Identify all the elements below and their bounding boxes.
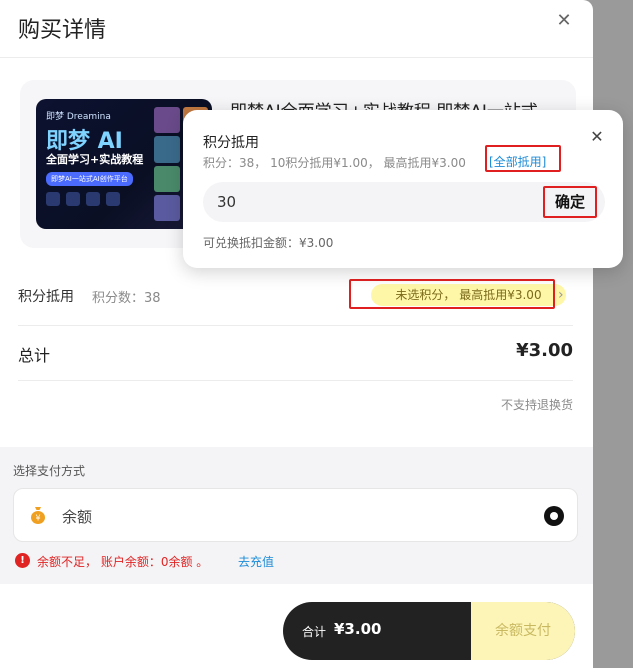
footer-total: 合计 ¥3.00: [283, 602, 471, 660]
money-bag-icon: ¥: [31, 507, 45, 524]
points-select-badge[interactable]: 未选积分， 最高抵用¥3.00: [371, 284, 566, 306]
tool-icon: [106, 192, 120, 206]
no-refund-note: 不支持退换货: [500, 398, 573, 412]
svg-text:¥: ¥: [35, 514, 40, 523]
close-icon[interactable]: ✕: [588, 128, 606, 146]
checkout-bar: 合计 ¥3.00 余额支付: [283, 602, 575, 660]
payment-section: 选择支付方式 ¥ 余额 ! 余额不足， 账户余额：0余额 。 去充值: [0, 447, 593, 584]
collage-tile: [154, 194, 180, 221]
footer-total-value: ¥3.00: [334, 620, 382, 638]
payment-option-balance[interactable]: ¥ 余额: [13, 488, 578, 542]
exchange-amount-text: 可兑换抵扣金额：¥3.00: [203, 236, 334, 250]
checkout-footer: 合计 ¥3.00 余额支付: [0, 584, 593, 668]
insufficient-balance-warning: 余额不足， 账户余额：0余额 。: [37, 555, 209, 569]
points-label: 积分抵用: [18, 289, 74, 305]
recharge-link[interactable]: 去充值: [238, 553, 274, 570]
tool-icon: [46, 192, 60, 206]
confirm-button[interactable]: 确定: [545, 189, 595, 215]
page-title: 购买详情: [18, 18, 107, 43]
collage-tile: [154, 107, 180, 134]
warning-icon: !: [15, 553, 30, 568]
footer-total-label: 合计: [302, 625, 327, 639]
popover-points-info: 积分：38， 10积分抵用¥1.00， 最高抵用¥3.00: [203, 156, 466, 170]
use-all-points-link[interactable]: [全部抵用]: [489, 153, 546, 170]
divider: [18, 325, 573, 326]
balance-pay-button[interactable]: 余额支付: [471, 602, 575, 660]
points-count: 积分数：38: [92, 291, 161, 306]
close-icon[interactable]: ✕: [553, 10, 575, 32]
popover-title: 积分抵用: [203, 135, 259, 151]
total-row: 总计 ¥3.00: [18, 338, 573, 368]
collage-tile: [154, 165, 180, 192]
divider: [18, 380, 573, 381]
purchase-details-panel: 购买详情 ✕ 即梦 Dreamina 即梦 AI 全面学习+实战教程 即梦AI一…: [0, 0, 593, 668]
tool-icon: [86, 192, 100, 206]
payment-radio-selected[interactable]: [544, 506, 564, 526]
total-value: ¥3.00: [516, 340, 573, 361]
thumbnail-brand: 即梦 Dreamina: [46, 112, 111, 122]
collage-tile: [154, 136, 180, 163]
thumbnail-tool-icons: [46, 192, 120, 206]
chevron-right-icon[interactable]: ›: [558, 287, 564, 303]
points-row: 积分抵用 积分数：38 未选积分， 最高抵用¥3.00: [18, 278, 573, 314]
points-input[interactable]: [217, 191, 517, 213]
payment-section-label: 选择支付方式: [13, 464, 86, 478]
total-label: 总计: [18, 346, 51, 365]
thumbnail-pill: 即梦AI一站式AI创作平台: [46, 172, 133, 186]
tool-icon: [66, 192, 80, 206]
points-popover: 积分抵用 积分：38， 10积分抵用¥1.00， 最高抵用¥3.00 [全部抵用…: [183, 110, 623, 268]
panel-header: 购买详情 ✕: [0, 0, 593, 58]
payment-method-name: 余额: [62, 508, 93, 526]
thumbnail-subtitle: 全面学习+实战教程: [46, 153, 144, 166]
